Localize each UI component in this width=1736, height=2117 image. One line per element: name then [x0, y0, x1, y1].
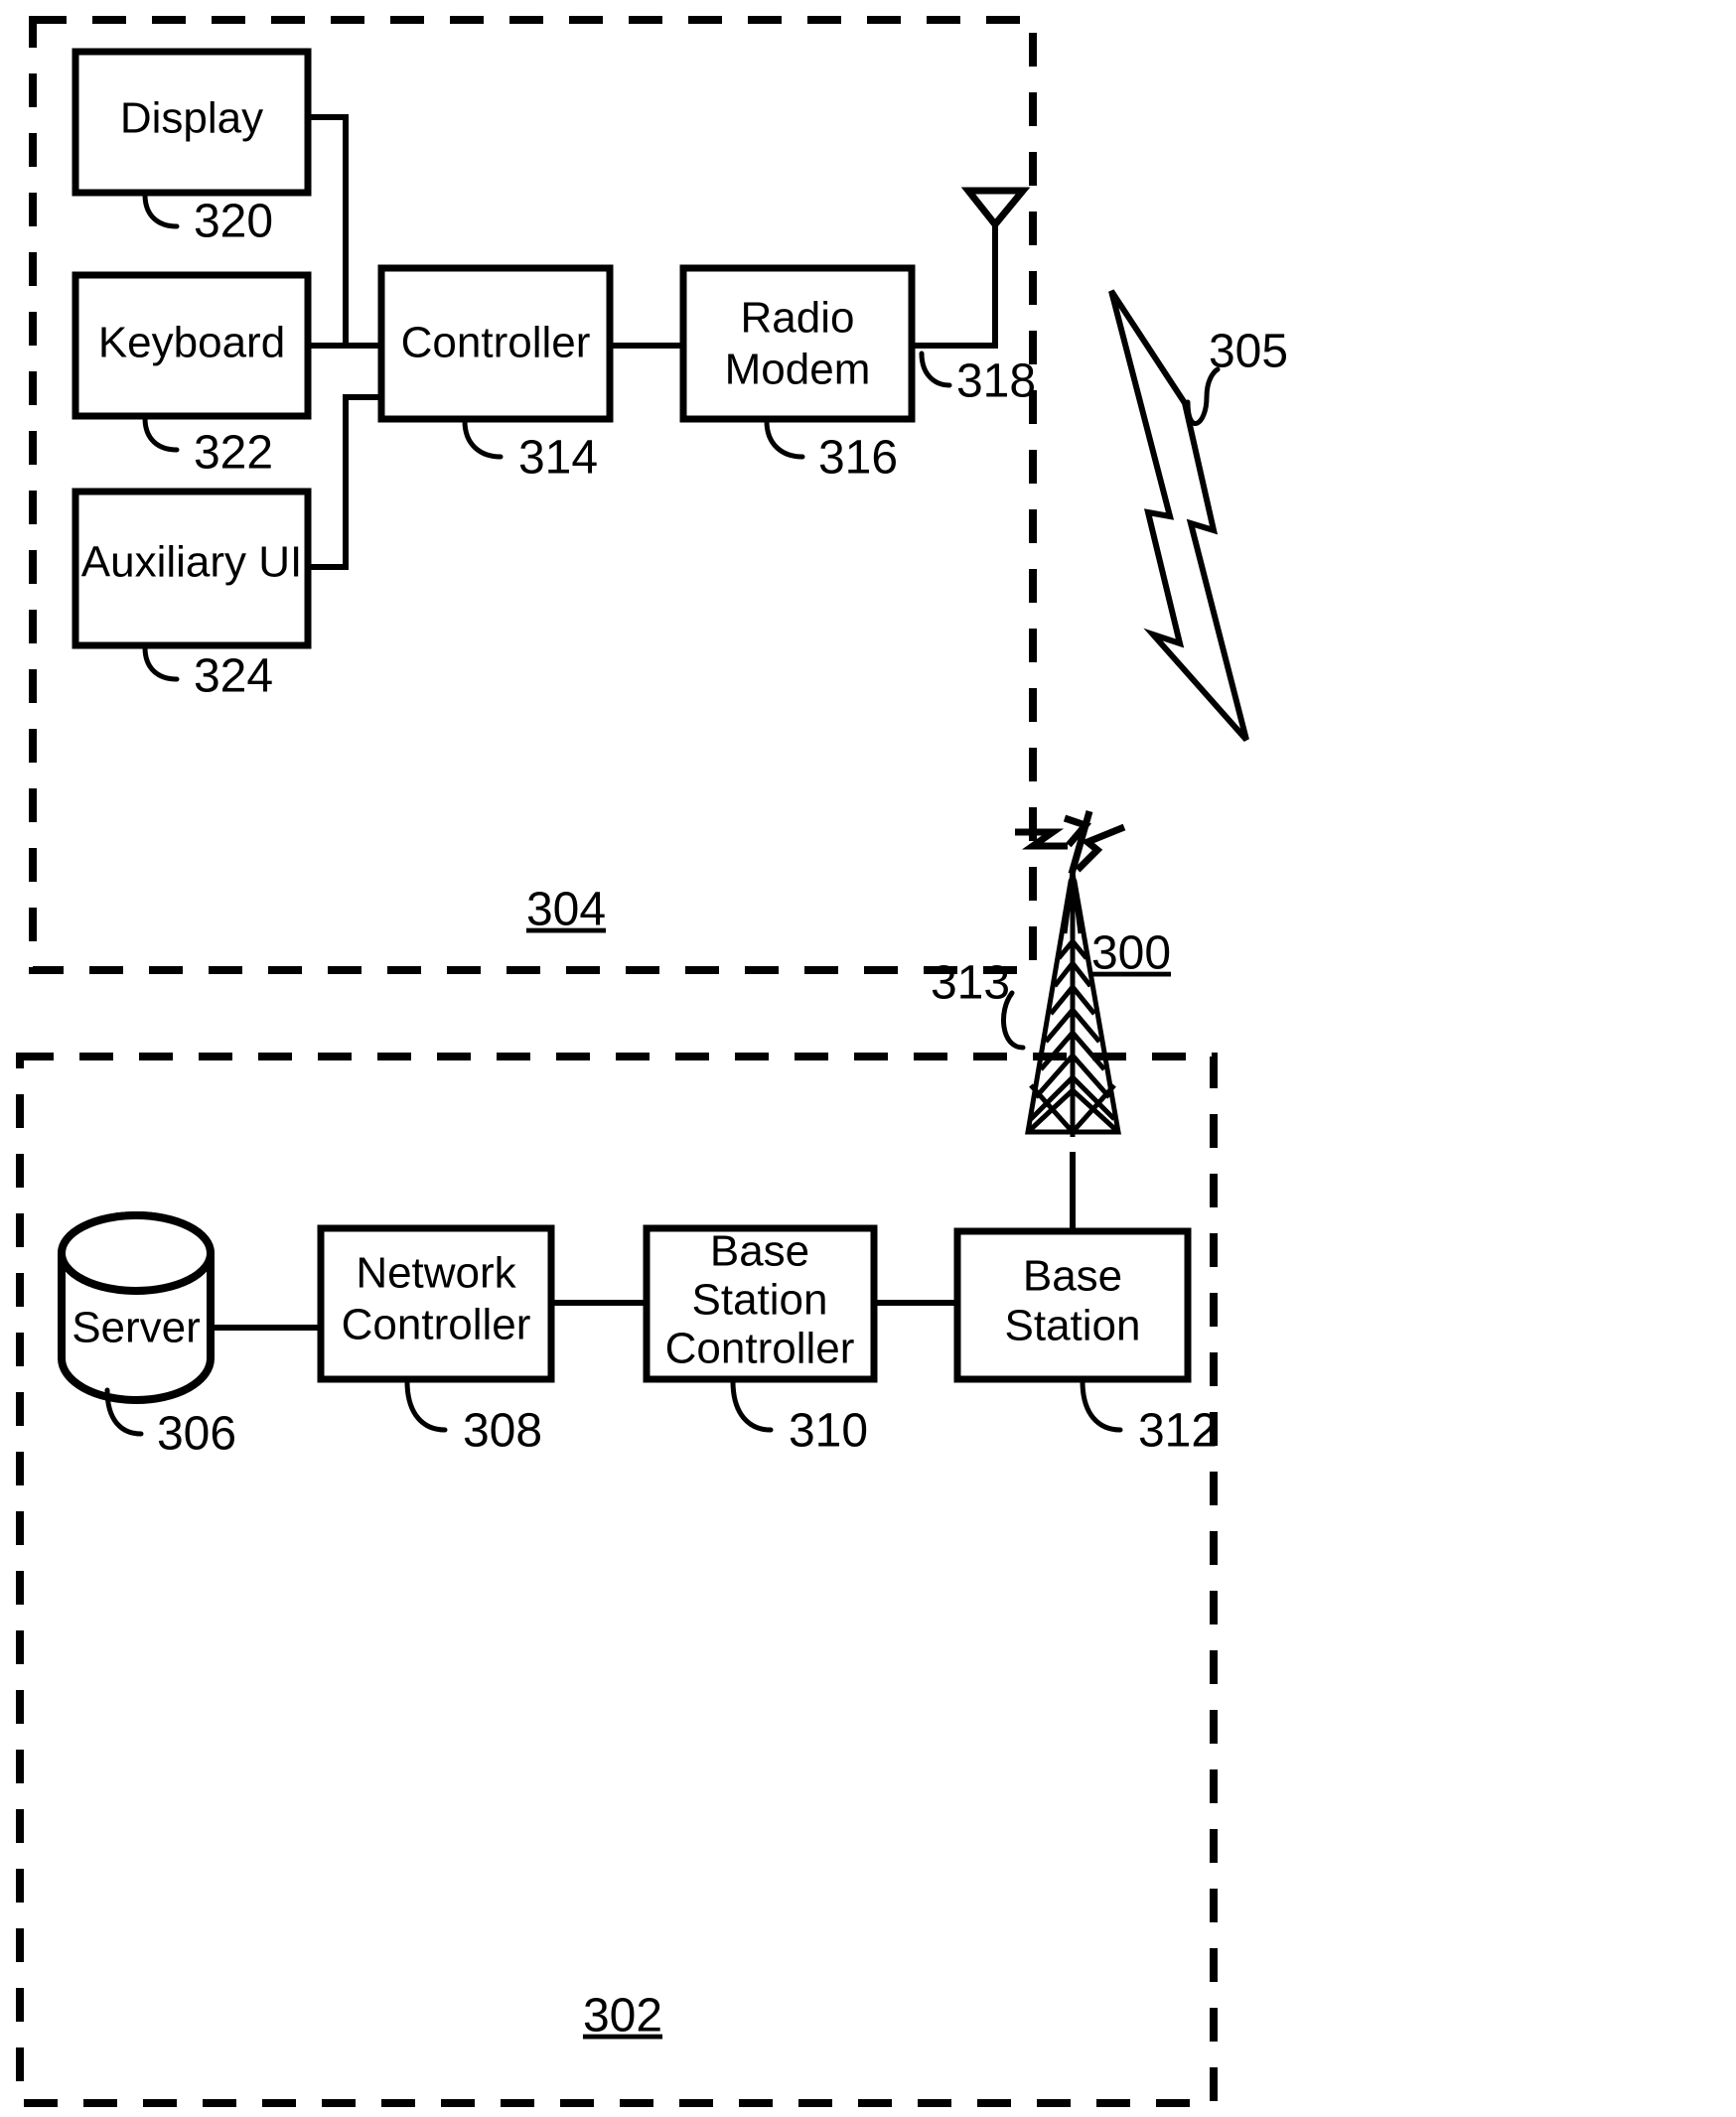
leader-322 [142, 415, 180, 453]
ref-302: 302 [583, 1990, 662, 2043]
ref-310: 310 [789, 1405, 868, 1458]
block-display-label: Display [120, 94, 263, 143]
leader-320 [142, 192, 180, 229]
antenna-icon [960, 187, 1031, 230]
block-server-label: Server [72, 1304, 201, 1352]
network-enclosure [16, 1053, 1218, 2107]
block-base-station-label-line1: Base [1023, 1252, 1122, 1301]
ref-308: 308 [463, 1405, 542, 1458]
server-top-ellipse [57, 1211, 216, 1295]
ref-306: 306 [157, 1408, 236, 1461]
block-bsc-label-line1: Base [710, 1227, 809, 1276]
leader-312 [1080, 1378, 1123, 1433]
block-bsc-label-line3: Controller [665, 1325, 855, 1373]
wire-auxui-to-controller [308, 394, 381, 570]
block-keyboard-label: Keyboard [98, 319, 285, 367]
leader-318 [919, 351, 952, 388]
ref-312: 312 [1138, 1405, 1218, 1458]
block-radio-modem [679, 264, 916, 423]
block-base-station-label-line2: Station [1005, 1302, 1141, 1350]
leader-316 [764, 418, 805, 460]
block-bsc-label-line2: Station [692, 1276, 828, 1325]
leader-310 [730, 1378, 774, 1433]
leader-308 [404, 1378, 448, 1433]
block-network-controller-label-line2: Controller [342, 1301, 531, 1349]
ref-316: 316 [818, 432, 898, 485]
ref-305: 305 [1209, 326, 1288, 378]
wire-display-to-controller [308, 114, 381, 349]
block-radio-modem-label-line2: Modem [725, 346, 871, 394]
ref-313: 313 [931, 957, 1010, 1010]
wire-radiomodem-to-antenna [912, 222, 998, 349]
ref-300: 300 [1091, 927, 1171, 980]
figure-canvas: Display 320 Keyboard 322 Auxiliary UI 32… [16, 16, 1288, 2107]
leader-324 [142, 644, 180, 682]
block-radio-modem-label-line1: Radio [741, 294, 855, 343]
block-auxiliary-ui-label: Auxiliary UI [81, 538, 303, 587]
block-network-controller-label-line1: Network [356, 1249, 516, 1298]
leader-314 [462, 418, 504, 460]
ref-324: 324 [194, 650, 273, 703]
ref-322: 322 [194, 427, 273, 480]
ref-320: 320 [194, 196, 273, 248]
ref-314: 314 [518, 432, 598, 485]
patent-figure: Display 320 Keyboard 322 Auxiliary UI 32… [0, 0, 1736, 2117]
ref-318: 318 [956, 355, 1036, 408]
ref-304: 304 [526, 884, 606, 936]
block-controller-label: Controller [401, 319, 591, 367]
